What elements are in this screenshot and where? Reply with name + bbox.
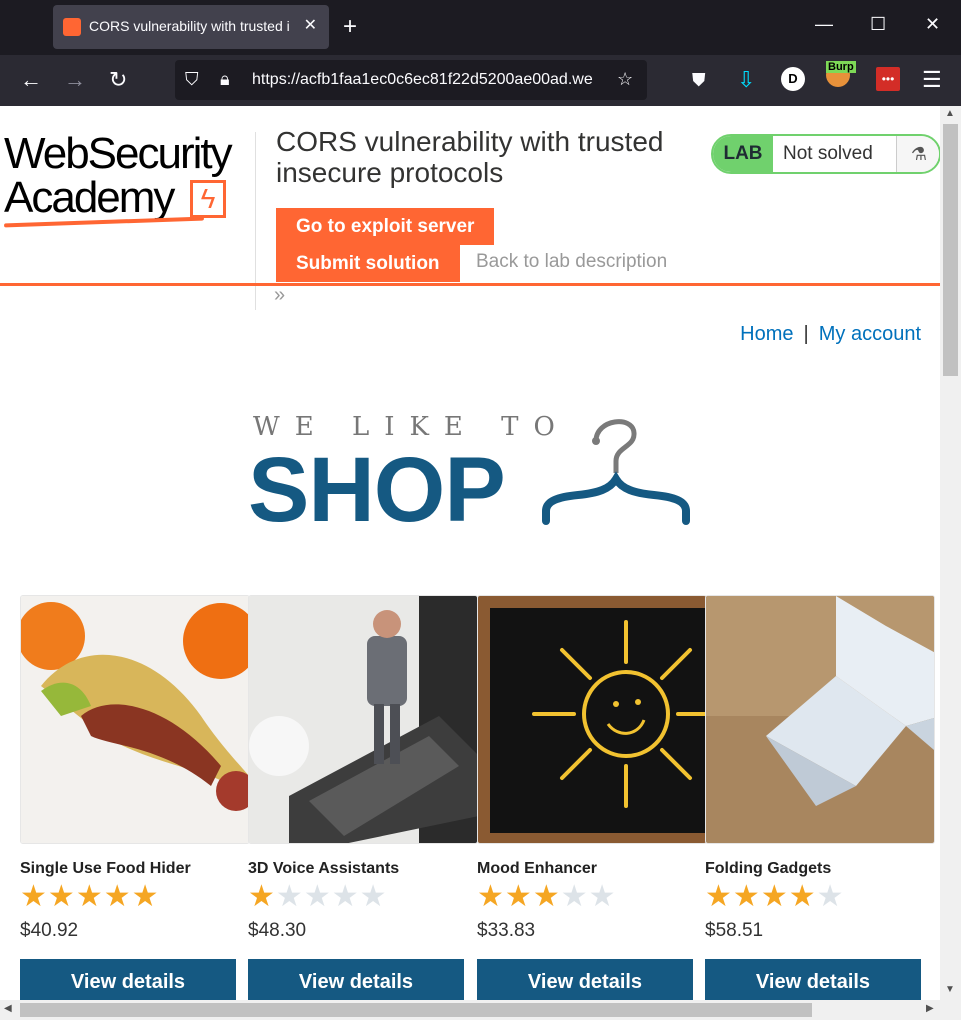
horizontal-scroll-thumb[interactable] [20,1003,812,1017]
hanger-icon [542,419,690,525]
star-icon: ★ [477,880,505,913]
flask-icon: ⚗ [896,136,939,172]
scroll-right-icon[interactable]: ▶ [926,1003,934,1014]
url-text[interactable]: https://acfb1faa1ec0c6ec81f22d5200ae00ad… [252,71,602,89]
site-nav: Home | My account [740,323,921,346]
back-icon[interactable]: ← [20,67,42,93]
nav-separator: | [803,323,809,345]
star-icon: ★ [275,880,304,913]
lab-status-badge: LAB Not solved ⚗ [711,134,940,174]
tab-title: CORS vulnerability with trusted i [89,18,290,34]
pocket-icon[interactable]: ⛊ [692,67,706,93]
scroll-left-icon[interactable]: ◀ [4,1003,12,1014]
new-tab-icon[interactable]: + [343,12,357,42]
product-image[interactable] [705,595,935,844]
lock-icon[interactable]: 🔒︎ [220,69,230,90]
rating-stars: ★★★★★ [705,881,845,913]
close-tab-icon[interactable]: ✕ [304,15,317,35]
product-grid: Single Use Food Hider ★★★★★ $40.92 View … [20,595,940,1000]
star-icon: ★ [131,880,160,913]
logo-bolt-icon: ϟ [190,180,226,218]
close-window-icon[interactable]: ✕ [925,14,940,35]
star-icon: ★ [588,880,617,913]
product-price: $48.30 [248,920,307,941]
product-price: $33.83 [477,920,536,941]
star-icon: ★ [760,880,789,913]
star-icon: ★ [75,880,104,913]
page-content: WebSecurity Academy ϟ CORS vulnerability… [0,106,940,1000]
forward-icon[interactable]: → [64,67,86,93]
star-icon: ★ [705,880,733,913]
profile-extension-icon[interactable]: D [781,67,805,91]
view-details-button[interactable]: View details [705,959,921,1000]
vertical-scroll-thumb[interactable] [943,124,958,376]
product-image[interactable] [477,595,707,844]
home-link[interactable]: Home [740,323,793,345]
star-icon: ★ [103,880,132,913]
header-rule [0,283,940,286]
hero-word: SHOP [248,439,506,541]
star-icon: ★ [504,880,533,913]
folding-gadgets-image [706,596,934,843]
shield-icon[interactable]: ⛉ [185,69,199,90]
star-icon: ★ [47,880,76,913]
product-price: $40.92 [20,920,79,941]
product-price: $58.51 [705,920,764,941]
scroll-up-icon[interactable]: ▲ [945,108,955,119]
maximize-icon[interactable]: ☐ [870,14,886,35]
lab-label: LAB [713,136,773,172]
bookmark-star-icon[interactable]: ☆ [617,69,633,90]
password-manager-icon[interactable]: ••• [876,67,900,91]
food-hider-image [21,596,249,843]
product-name: Single Use Food Hider [20,860,191,877]
url-bar[interactable]: ⛉ 🔒︎ https://acfb1faa1ec0c6ec81f22d5200a… [175,60,647,100]
download-icon[interactable]: ⇩ [737,67,755,93]
star-icon: ★ [532,880,561,913]
burp-label: Burp [826,61,856,73]
star-icon: ★ [788,880,817,913]
star-icon: ★ [359,880,388,913]
view-details-button[interactable]: View details [477,959,693,1000]
product-name: 3D Voice Assistants [248,860,400,877]
mood-enhancer-image [478,596,706,843]
browser-toolbar: ← → ↻ ⛉ 🔒︎ https://acfb1faa1ec0c6ec81f22… [0,55,961,106]
product-name: Mood Enhancer [477,860,598,877]
reload-icon[interactable]: ↻ [109,67,127,93]
my-account-link[interactable]: My account [819,323,921,345]
burp-extension-icon[interactable]: Burp [826,61,856,87]
favicon-icon [63,18,81,36]
product-image[interactable] [248,595,478,844]
star-icon: ★ [331,880,360,913]
star-icon: ★ [560,880,589,913]
menu-icon[interactable]: ☰ [922,67,942,93]
web-security-academy-logo[interactable]: WebSecurity Academy ϟ [3,129,254,228]
lab-title: CORS vulnerability with trusted insecure… [276,126,664,188]
view-details-button[interactable]: View details [248,959,464,1000]
scroll-down-icon[interactable]: ▼ [945,984,955,995]
chevron-right-icon[interactable]: » [274,284,285,307]
star-icon: ★ [303,880,332,913]
submit-solution-button[interactable]: Submit solution [276,245,460,282]
star-icon: ★ [816,880,845,913]
star-icon: ★ [20,880,48,913]
view-details-button[interactable]: View details [20,959,236,1000]
lab-status-text: Not solved [783,143,873,164]
rating-stars: ★★★★★ [477,881,617,913]
back-to-lab-description-link[interactable]: Back to lab description [476,251,667,273]
product-name: Folding Gadgets [705,860,832,877]
exploit-server-button[interactable]: Go to exploit server [276,208,495,245]
logo-line-1: WebSecurity [4,129,233,178]
star-icon: ★ [732,880,761,913]
rating-stars: ★★★★★ [20,881,160,913]
star-icon: ★ [248,880,276,913]
product-image[interactable] [20,595,250,844]
vertical-scrollbar[interactable]: ▲ ▼ [940,106,961,1000]
minimize-icon[interactable]: — [815,14,833,35]
voice-assistant-image [249,596,477,843]
horizontal-scrollbar[interactable]: ◀ ▶ [0,1000,961,1020]
rating-stars: ★★★★★ [248,881,388,913]
browser-tab[interactable]: CORS vulnerability with trusted i ✕ [53,5,329,49]
browser-tab-bar: CORS vulnerability with trusted i ✕ + — … [0,0,961,55]
